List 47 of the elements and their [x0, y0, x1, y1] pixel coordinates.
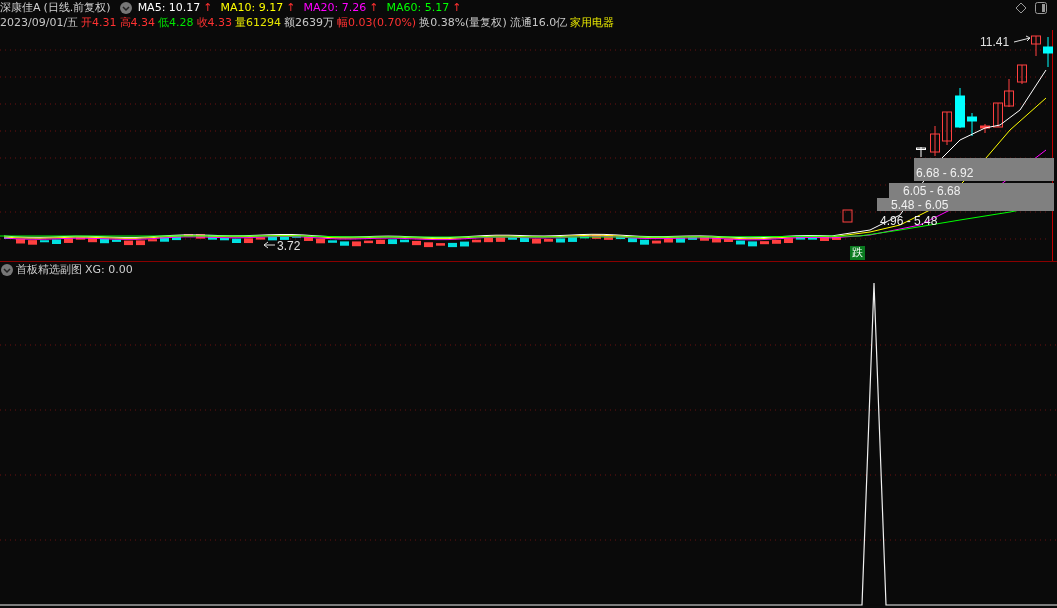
high-price-label: 11.41 — [980, 35, 1010, 49]
candlestick — [993, 102, 1003, 128]
ma-value: MA60: 5.17 — [386, 1, 450, 14]
quote-value: 收4.33 — [196, 15, 233, 30]
period-label: (日线.前复权) — [43, 0, 111, 15]
quote-value: 开4.31 — [81, 15, 117, 30]
quote-value: 2023/09/01/五 — [0, 15, 79, 30]
quote-value: 幅0.03(0.70%) — [337, 15, 417, 30]
ma-value: MA20: 7.26 — [303, 1, 367, 14]
ma-value: MA5: 10.17 — [137, 1, 201, 14]
candlestick — [842, 209, 853, 223]
quote-value: 高4.34 — [119, 15, 156, 30]
diamond-icon[interactable] — [1015, 1, 1027, 14]
up-arrow: ↑ — [452, 1, 462, 14]
low-price-label: 3.72 — [277, 239, 301, 253]
stock-title: 深康佳A — [0, 0, 41, 15]
quote-value: 低4.28 — [158, 15, 194, 30]
candlestick — [1031, 35, 1041, 57]
quote-value: 流通16.0亿 — [509, 15, 568, 30]
quote-value: 额2639万 — [284, 15, 335, 30]
up-arrow: ↑ — [286, 1, 296, 14]
candlestick — [930, 125, 940, 157]
quote-value: 换0.38%(量复权) — [419, 15, 507, 30]
candlestick — [1004, 78, 1014, 108]
candlestick — [980, 123, 990, 134]
signal-badge: 跌 — [850, 246, 865, 260]
price-zone-label: 5.48 - 6.05 — [891, 198, 949, 212]
quote-value: 家用电器 — [570, 15, 615, 30]
pointer-arrow — [1013, 35, 1031, 43]
quote-value: 量61294 — [235, 15, 282, 30]
up-arrow: ↑ — [203, 1, 213, 14]
candlestick — [1043, 36, 1053, 68]
dropdown-icon[interactable] — [1, 263, 13, 276]
price-zone-label: 6.05 - 6.68 — [903, 184, 961, 198]
dropdown-icon[interactable] — [119, 1, 132, 14]
pointer-arrow — [263, 241, 276, 249]
candlestick — [942, 111, 952, 146]
indicator-reading: XG: 0.00 — [85, 263, 133, 276]
up-arrow: ↑ — [369, 1, 379, 14]
ma-value: MA10: 9.17 — [220, 1, 284, 14]
indicator-title: 首板精选副图 — [16, 262, 82, 277]
panel-icon[interactable] — [1035, 1, 1047, 14]
candlestick — [955, 87, 965, 129]
candlestick — [916, 146, 926, 158]
price-zone-label: 6.68 - 6.92 — [916, 166, 974, 180]
candlestick — [967, 112, 977, 137]
candlestick — [1017, 64, 1027, 85]
